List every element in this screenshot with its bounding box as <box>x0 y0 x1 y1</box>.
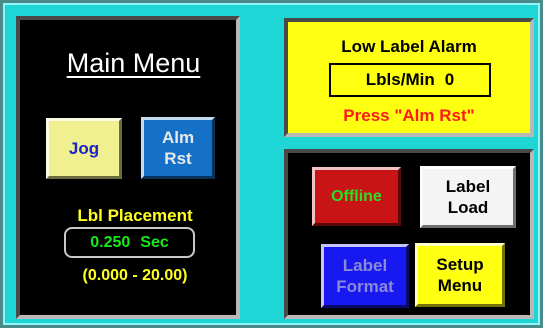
offline-button[interactable]: Offline <box>312 167 401 226</box>
labels-per-minute-value: 0 <box>444 70 455 89</box>
setup-menu-line1: Setup <box>436 255 484 274</box>
setup-menu-line2: Menu <box>437 276 483 295</box>
label-format-line1: Label <box>342 256 388 275</box>
alarm-instruction: Press "Alm Rst" <box>343 106 475 125</box>
label-load-line2: Load <box>447 198 489 217</box>
alarm-title: Low Label Alarm <box>341 37 477 56</box>
setup-menu-button-label: Setup Menu <box>436 254 483 296</box>
label-format-button[interactable]: Label Format <box>321 244 409 308</box>
label-placement-heading: Lbl Placement <box>77 206 193 225</box>
alarm-reset-button[interactable]: Alm Rst <box>141 117 215 179</box>
jog-button-label: Jog <box>68 139 100 158</box>
label-placement-input[interactable]: 0.250 Sec <box>64 227 195 258</box>
labels-per-minute-label: Lbls/Min <box>365 70 435 89</box>
label-load-button[interactable]: Label Load <box>420 166 516 228</box>
jog-button[interactable]: Jog <box>46 118 122 179</box>
label-load-line1: Label <box>445 177 491 196</box>
low-label-alarm-panel: Low Label Alarm Lbls/Min 0 Press "Alm Rs… <box>284 18 534 137</box>
label-load-button-label: Label Load <box>446 176 490 218</box>
label-placement-unit: Sec <box>140 233 169 251</box>
label-format-line2: Format <box>336 277 394 296</box>
label-placement-range: (0.000 - 20.00) <box>82 267 188 284</box>
offline-button-label: Offline <box>331 188 382 205</box>
page-title: Main Menu <box>66 48 201 78</box>
label-format-button-label: Label Format <box>336 255 394 297</box>
alarm-reset-label-line1: Alm <box>161 128 195 147</box>
label-placement-value: 0.250 <box>90 233 131 251</box>
labels-per-minute-display: Lbls/Min 0 <box>329 63 491 97</box>
control-buttons-panel: Offline Label Load Label Format Setup Me… <box>284 149 534 319</box>
hmi-screen: Main Menu Jog Alm Rst Lbl Placement 0.25… <box>0 0 543 328</box>
alarm-reset-label-line2: Rst <box>164 149 192 168</box>
main-menu-panel: Main Menu Jog Alm Rst Lbl Placement 0.25… <box>16 16 240 319</box>
setup-menu-button[interactable]: Setup Menu <box>415 243 505 307</box>
alarm-reset-button-label: Alm Rst <box>162 127 194 169</box>
